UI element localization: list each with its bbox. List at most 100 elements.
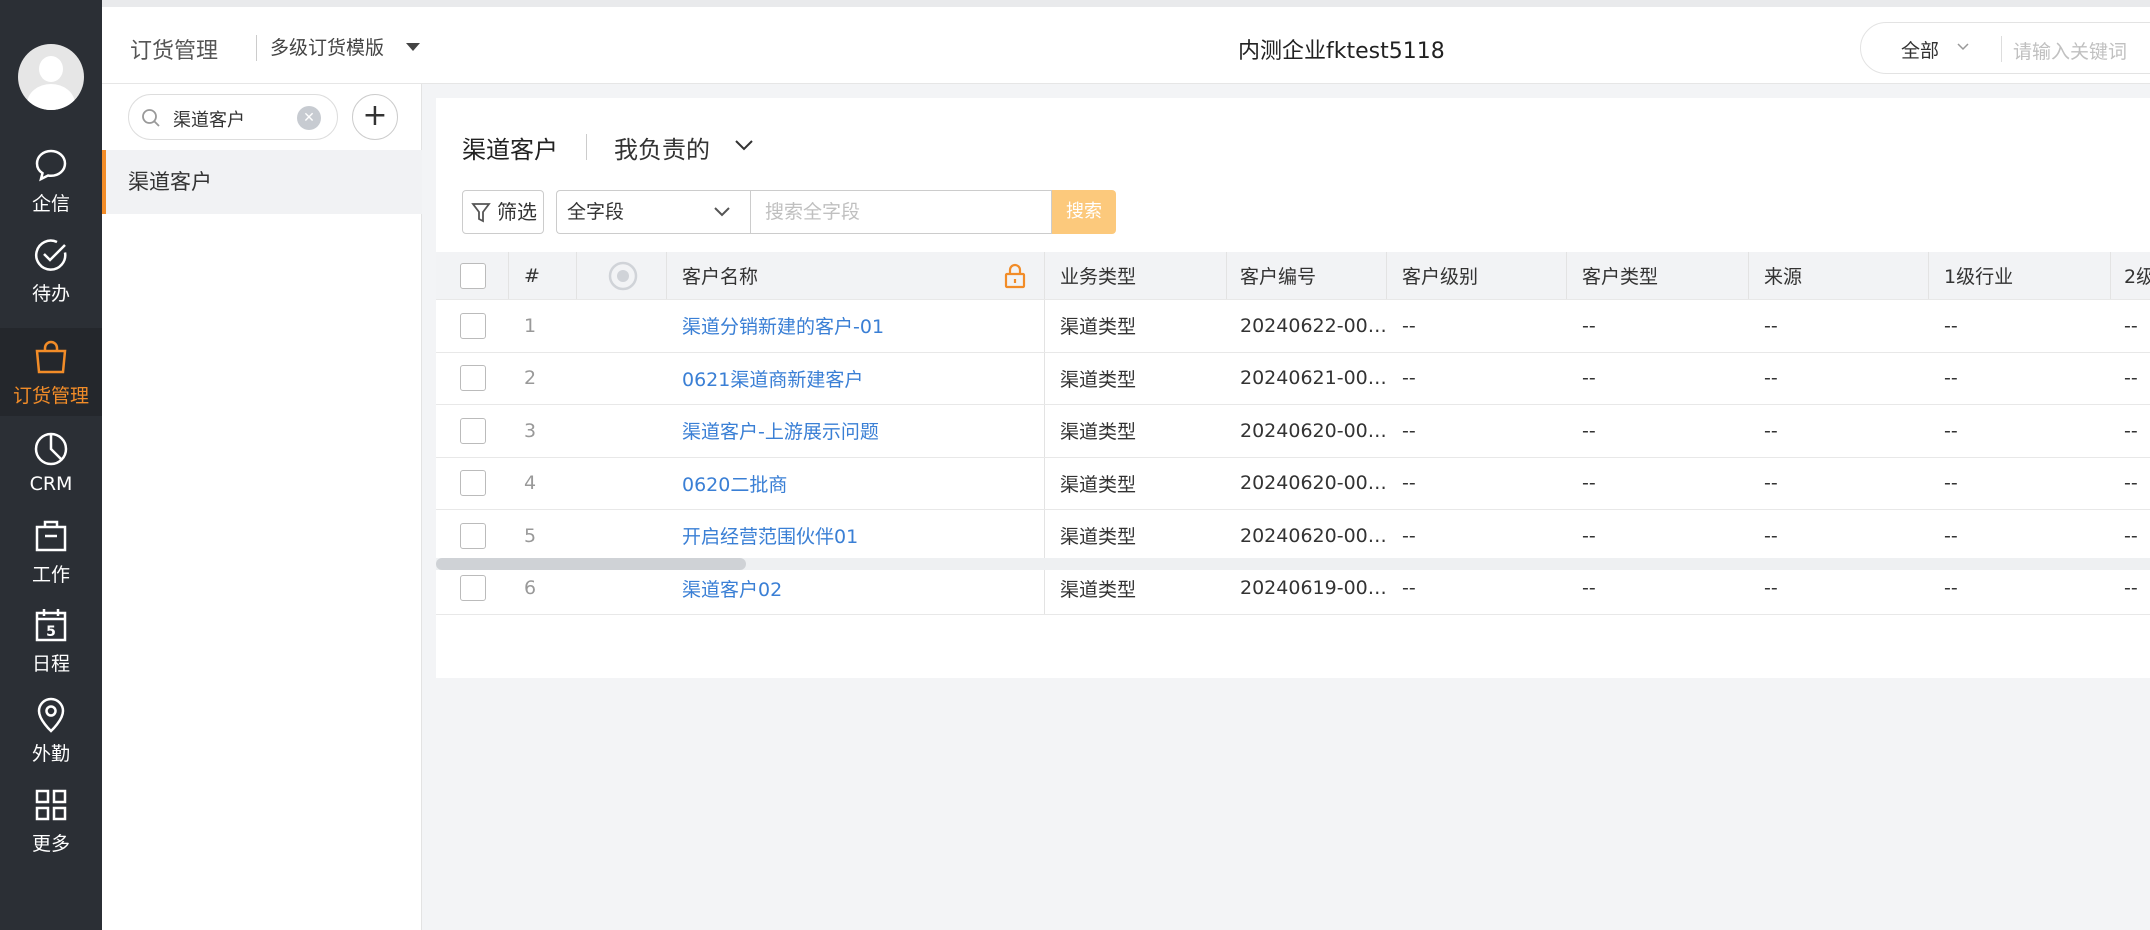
briefcase-icon <box>35 520 67 551</box>
horizontal-scrollbar[interactable] <box>436 558 2150 570</box>
cell-customer-name[interactable]: 渠道客户02 <box>682 563 782 615</box>
table-row[interactable]: 1 渠道分销新建的客户-01 渠道类型 20240622-00… -- -- -- -- -- <box>436 300 2150 353</box>
row-checkbox[interactable] <box>460 312 486 339</box>
cell-customer-name[interactable]: 渠道分销新建的客户-01 <box>682 300 884 352</box>
filter-button[interactable]: 筛选 <box>462 190 544 234</box>
cell-customer-type: -- <box>1582 524 1596 547</box>
table-header: # 客户名称 业务类型 客户编号 客户级别 客户类型 来源 1级行业 2级 <box>436 252 2150 300</box>
sidebar-search[interactable]: 渠道客户 ✕ <box>128 94 338 140</box>
row-checkbox[interactable] <box>460 470 486 497</box>
chevron-down-icon[interactable] <box>1957 41 1969 53</box>
cell-industry-2: -- <box>2124 577 2138 600</box>
row-select-cell <box>460 458 486 510</box>
rail-item-field-work[interactable]: 外勤 <box>0 686 102 774</box>
cell-industry-2: -- <box>2124 367 2138 390</box>
row-checkbox[interactable] <box>460 522 486 549</box>
col-business-type[interactable]: 业务类型 <box>1060 252 1136 299</box>
svg-text:5: 5 <box>46 624 56 640</box>
rail-item-todo[interactable]: 待办 <box>0 226 102 314</box>
cell-industry-2: -- <box>2124 314 2138 337</box>
cell-customer-type: -- <box>1582 314 1596 337</box>
page-title: 渠道客户 <box>462 136 558 164</box>
row-select-cell <box>460 510 486 562</box>
chevron-down-icon <box>714 207 730 217</box>
sidebar-item-channel-customer[interactable]: 渠道客户 <box>102 150 422 214</box>
row-select-cell <box>460 300 486 352</box>
cell-customer-code: 20240621-00… <box>1240 367 1387 390</box>
cell-customer-name[interactable]: 渠道客户-上游展示问题 <box>682 405 879 457</box>
table-row[interactable]: 3 渠道客户-上游展示问题 渠道类型 20240620-00… -- -- -- -- -- <box>436 405 2150 458</box>
global-search: 全部 请输入关键词 <box>1860 22 2150 74</box>
template-selector[interactable]: 多级订货模版 <box>270 33 384 60</box>
row-checkbox[interactable] <box>460 365 486 392</box>
app-title: 订货管理 <box>130 39 219 64</box>
caret-down-icon[interactable] <box>406 43 420 51</box>
add-button[interactable]: + <box>352 94 398 140</box>
rail-label: 日程 <box>31 652 70 675</box>
calendar-icon: 5 <box>35 608 67 641</box>
check-circle-icon <box>35 238 67 271</box>
cell-customer-code: 20240622-00… <box>1240 314 1387 337</box>
left-rail: 企信 待办 订货管理 CRM 工作 5 日程 外勤 更多 <box>0 0 102 930</box>
rail-item-work[interactable]: 工作 <box>0 507 102 595</box>
cell-customer-level: -- <box>1402 367 1416 390</box>
col-industry-2[interactable]: 2级 <box>2124 252 2150 299</box>
cell-source: -- <box>1764 577 1778 600</box>
pie-chart-icon <box>34 432 68 466</box>
divider <box>2001 36 2002 62</box>
cell-industry-2: -- <box>2124 472 2138 495</box>
rail-item-crm[interactable]: CRM <box>0 418 102 506</box>
rail-item-more[interactable]: 更多 <box>0 776 102 864</box>
cell-customer-level: -- <box>1402 314 1416 337</box>
col-industry-1[interactable]: 1级行业 <box>1944 252 2013 299</box>
cell-business-type: 渠道类型 <box>1060 526 1137 549</box>
shopping-bag-icon <box>35 340 67 373</box>
col-source[interactable]: 来源 <box>1764 252 1802 299</box>
table-row[interactable]: 6 渠道客户02 渠道类型 20240619-00… -- -- -- -- -- <box>436 562 2150 615</box>
list-panel: 渠道客户 我负责的 筛选 全字段 搜索全字段 搜索 # 客户名称 业务类型 客户… <box>436 98 2150 678</box>
cell-customer-level: -- <box>1402 472 1416 495</box>
scrollbar-thumb[interactable] <box>436 558 746 570</box>
view-selector[interactable]: 我负责的 <box>614 130 710 165</box>
cell-source: -- <box>1764 314 1778 337</box>
table-row[interactable]: 2 0621渠道商新建客户 渠道类型 20240621-00… -- -- -- -- -- <box>436 352 2150 405</box>
cell-customer-code: 20240620-00… <box>1240 472 1387 495</box>
col-customer-level[interactable]: 客户级别 <box>1402 252 1478 299</box>
cell-source: -- <box>1764 367 1778 390</box>
object-sidebar: 渠道客户 ✕ + 渠道客户 <box>102 84 422 930</box>
chevron-down-icon[interactable] <box>734 138 754 152</box>
field-select[interactable]: 全字段 <box>556 190 750 234</box>
global-search-input[interactable]: 请输入关键词 <box>2013 37 2127 64</box>
sidebar-search-input[interactable]: 渠道客户 <box>173 106 245 132</box>
cell-index: 6 <box>524 577 537 600</box>
search-button[interactable]: 搜索 <box>1052 190 1116 234</box>
locate-icon[interactable] <box>608 252 638 299</box>
clear-icon[interactable]: ✕ <box>297 106 321 130</box>
col-customer-code[interactable]: 客户编号 <box>1240 252 1316 299</box>
avatar[interactable] <box>18 44 84 110</box>
cell-industry-1: -- <box>1944 524 1958 547</box>
rail-item-order-management[interactable]: 订货管理 <box>0 328 102 416</box>
rail-item-chat[interactable]: 企信 <box>0 136 102 224</box>
keyword-search-input[interactable]: 搜索全字段 <box>750 190 1052 234</box>
table-row[interactable]: 4 0620二批商 渠道类型 20240620-00… -- -- -- -- -- <box>436 457 2150 510</box>
cell-customer-name[interactable]: 开启经营范围伙伴01 <box>682 510 858 562</box>
cell-index: 1 <box>524 314 537 337</box>
rail-item-calendar[interactable]: 5 日程 <box>0 596 102 684</box>
cell-industry-1: -- <box>1944 472 1958 495</box>
company-name: 内测企业fktest5118 <box>1238 39 1445 64</box>
cell-customer-name[interactable]: 0621渠道商新建客户 <box>682 353 863 405</box>
rail-label: 待办 <box>31 282 70 305</box>
cell-customer-code: 20240620-00… <box>1240 419 1387 442</box>
chat-bubble-icon <box>35 149 67 181</box>
lock-icon[interactable] <box>1004 252 1026 299</box>
cell-customer-name[interactable]: 0620二批商 <box>682 458 787 510</box>
cell-business-type: 渠道类型 <box>1060 421 1137 444</box>
row-checkbox[interactable] <box>460 575 486 602</box>
row-checkbox[interactable] <box>460 417 486 444</box>
col-customer-name[interactable]: 客户名称 <box>682 252 758 299</box>
scope-selector[interactable]: 全部 <box>1901 36 1939 63</box>
col-customer-type[interactable]: 客户类型 <box>1582 252 1658 299</box>
select-all-checkbox[interactable] <box>460 262 486 289</box>
table-row[interactable]: 5 开启经营范围伙伴01 渠道类型 20240620-00… -- -- -- -- -- <box>436 510 2150 563</box>
